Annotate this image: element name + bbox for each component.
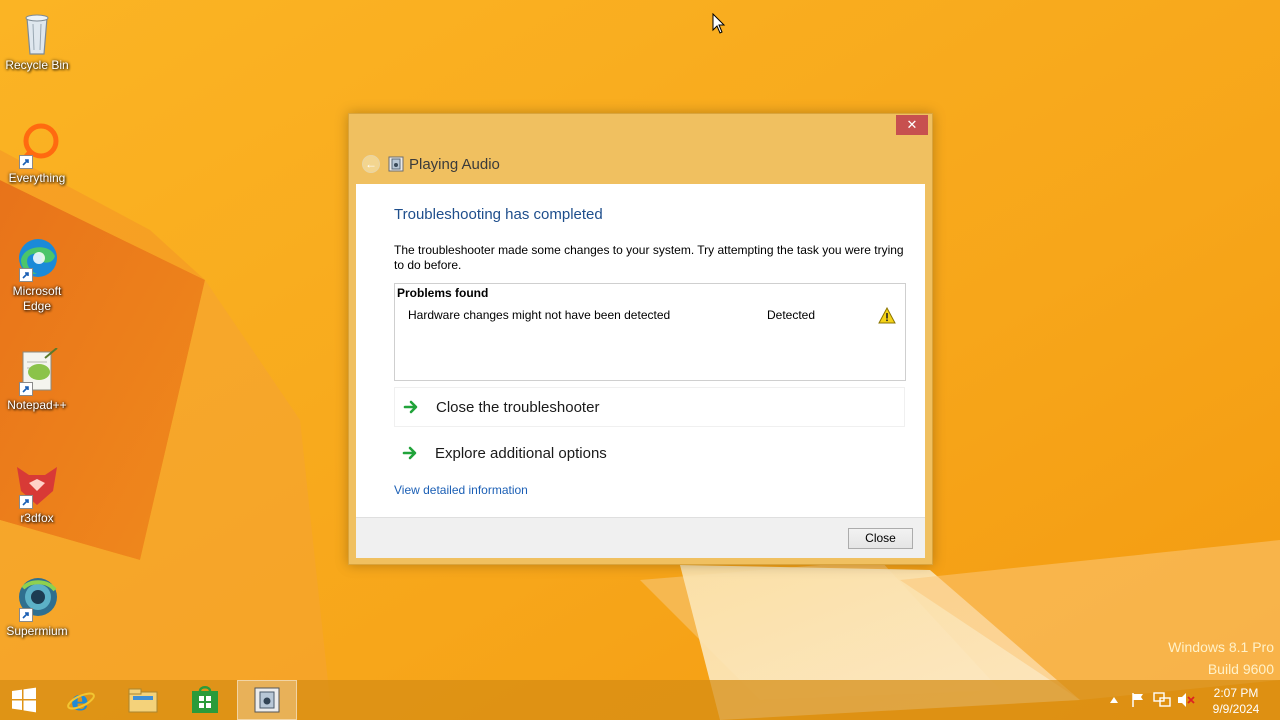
window-header: ← Playing Audio xyxy=(362,154,500,174)
taskbar-internet-explorer[interactable]: e xyxy=(51,680,111,720)
troubleshooter-taskbar-icon xyxy=(254,687,280,713)
close-icon: ✕ xyxy=(906,117,918,132)
green-arrow-icon xyxy=(403,400,418,414)
taskbar-troubleshooter[interactable] xyxy=(237,680,297,720)
clock-date: 9/9/2024 xyxy=(1212,702,1260,716)
shortcut-arrow-icon xyxy=(19,495,33,509)
view-detailed-information-link[interactable]: View detailed information xyxy=(394,483,528,497)
back-arrow-icon: ← xyxy=(365,157,377,171)
back-button[interactable]: ← xyxy=(362,155,380,173)
explore-additional-options[interactable]: Explore additional options xyxy=(394,433,905,473)
action-center-flag-icon[interactable] xyxy=(1129,691,1147,709)
content-panel: Troubleshooting has completed The troubl… xyxy=(356,184,925,517)
close-button[interactable]: Close xyxy=(848,528,913,549)
network-icon[interactable] xyxy=(1153,691,1171,709)
problem-status: Detected xyxy=(767,308,816,322)
notepad-plus-plus-icon xyxy=(13,347,61,396)
internet-explorer-icon: e xyxy=(67,684,95,716)
start-button[interactable] xyxy=(0,680,48,720)
taskbar-store[interactable] xyxy=(175,680,235,720)
desktop-icon-r3dfox[interactable]: r3dfox xyxy=(0,461,74,526)
r3dfox-icon xyxy=(13,461,61,509)
desktop-icon-label: Recycle Bin xyxy=(5,58,69,72)
desktop-icon-label: Supermium xyxy=(6,624,68,638)
option-label: Close the troubleshooter xyxy=(436,398,600,416)
mouse-cursor-icon xyxy=(712,13,726,34)
problems-found-panel: Problems found Hardware changes might no… xyxy=(394,283,906,381)
desktop-icon-microsoft-edge[interactable]: Microsoft Edge xyxy=(0,234,74,314)
description-text: The troubleshooter made some changes to … xyxy=(394,243,904,272)
system-tray xyxy=(1105,680,1201,720)
problems-found-title: Problems found xyxy=(397,286,489,300)
shortcut-arrow-icon xyxy=(19,268,33,282)
edge-icon xyxy=(13,234,61,282)
taskbar-file-explorer[interactable] xyxy=(113,680,173,720)
desktop-icon-label: r3dfox xyxy=(20,511,54,525)
window-close-button[interactable]: ✕ xyxy=(896,115,928,135)
taskbar-clock[interactable]: 2:07 PM 9/9/2024 xyxy=(1205,685,1267,717)
shortcut-arrow-icon xyxy=(19,608,33,622)
everything-icon xyxy=(13,121,61,169)
recycle-bin-icon xyxy=(13,8,61,56)
desktop-icon-notepad-plus-plus[interactable]: Notepad++ xyxy=(0,347,74,413)
windows-logo-icon xyxy=(12,687,36,713)
supermium-icon xyxy=(13,574,61,622)
desktop-icon-label: Everything xyxy=(8,171,66,185)
windows-watermark: Windows 8.1 Pro Build 9600 xyxy=(1168,636,1274,680)
desktop-icon-recycle-bin[interactable]: Recycle Bin xyxy=(0,8,74,73)
shortcut-arrow-icon xyxy=(19,382,33,396)
volume-muted-icon[interactable] xyxy=(1177,691,1195,709)
desktop-icon-supermium[interactable]: Supermium xyxy=(0,574,74,639)
window-title: Playing Audio xyxy=(409,155,500,173)
folder-icon xyxy=(128,688,158,713)
green-arrow-icon xyxy=(402,446,417,460)
store-icon xyxy=(192,686,218,713)
problem-description: Hardware changes might not have been det… xyxy=(408,308,671,322)
troubleshooter-app-icon xyxy=(388,156,404,172)
shortcut-arrow-icon xyxy=(19,155,33,169)
troubleshooter-window: ✕ ← Playing Audio Troubleshooting has co… xyxy=(348,113,933,565)
clock-time: 2:07 PM xyxy=(1213,686,1259,700)
desktop-icon-everything[interactable]: Everything xyxy=(0,121,74,186)
show-hidden-icons-chevron-icon[interactable] xyxy=(1105,691,1123,709)
problem-row[interactable]: Hardware changes might not have been det… xyxy=(408,307,903,325)
option-label: Explore additional options xyxy=(435,444,607,462)
desktop-icon-label: Microsoft Edge xyxy=(12,284,62,313)
desktop-icon-label: Notepad++ xyxy=(7,398,67,412)
warning-icon xyxy=(878,307,896,324)
page-heading: Troubleshooting has completed xyxy=(394,206,603,223)
close-troubleshooter-option[interactable]: Close the troubleshooter xyxy=(394,387,905,427)
dialog-footer: Close xyxy=(356,517,925,558)
watermark-edition: Windows 8.1 Pro xyxy=(1168,639,1274,655)
taskbar: e 2:07 PM 9/9/2024 xyxy=(0,680,1280,720)
watermark-build: Build 9600 xyxy=(1207,661,1274,677)
